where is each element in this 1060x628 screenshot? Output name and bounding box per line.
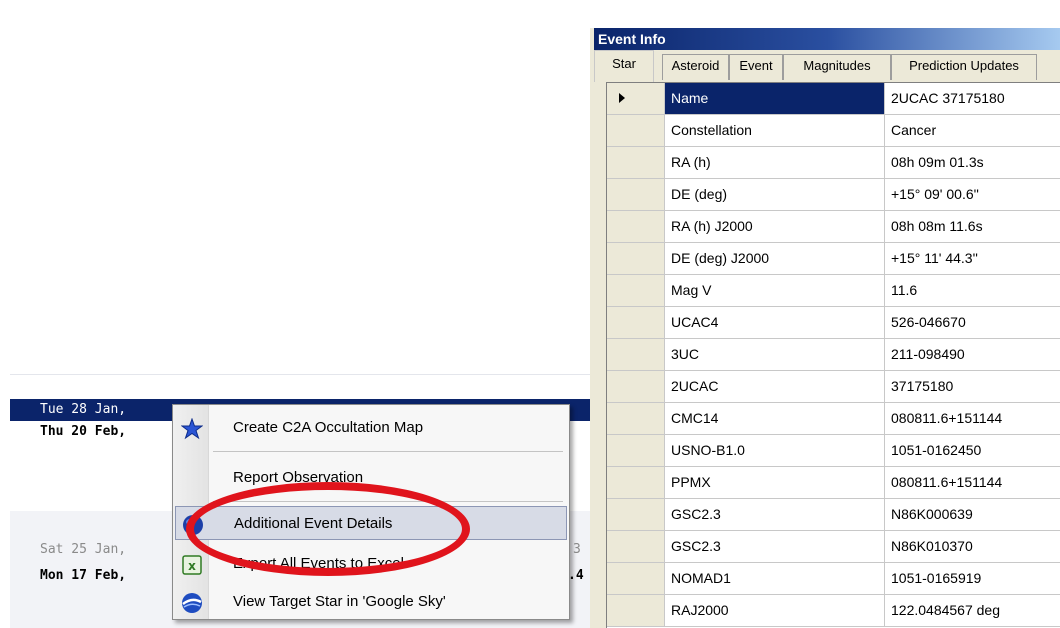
svg-text:x: x bbox=[188, 559, 196, 573]
row-header[interactable] bbox=[607, 467, 665, 498]
current-row-arrow-icon bbox=[619, 93, 625, 103]
menu-item-view-google-sky[interactable]: View Target Star in 'Google Sky' bbox=[175, 585, 567, 619]
row-header[interactable] bbox=[607, 595, 665, 626]
grid-row[interactable]: RAJ2000 122.0484567 deg bbox=[607, 595, 1060, 627]
property-value[interactable]: 37175180 bbox=[885, 371, 1060, 402]
event-row-fragment: 3 bbox=[573, 542, 581, 557]
property-name[interactable]: Name bbox=[665, 83, 885, 114]
row-header[interactable] bbox=[607, 531, 665, 562]
menu-item-create-c2a-map[interactable]: Create C2A Occultation Map bbox=[175, 411, 567, 445]
property-value[interactable]: 080811.6+151144 bbox=[885, 467, 1060, 498]
grid-row[interactable]: RA (h) J2000 08h 08m 11.6s bbox=[607, 211, 1060, 243]
property-value[interactable]: 08h 09m 01.3s bbox=[885, 147, 1060, 178]
row-header[interactable] bbox=[607, 275, 665, 306]
row-header[interactable] bbox=[607, 83, 665, 114]
row-header[interactable] bbox=[607, 371, 665, 402]
grid-row[interactable]: PPMX 080811.6+151144 bbox=[607, 467, 1060, 499]
grid-row[interactable]: GSC2.3 N86K010370 bbox=[607, 531, 1060, 563]
row-header[interactable] bbox=[607, 307, 665, 338]
annotation-ellipse bbox=[186, 482, 470, 576]
property-value[interactable]: 11.6 bbox=[885, 275, 1060, 306]
property-value[interactable]: N86K010370 bbox=[885, 531, 1060, 562]
property-name[interactable]: RA (h) bbox=[665, 147, 885, 178]
property-name[interactable]: Constellation bbox=[665, 115, 885, 146]
tab-star[interactable]: Star bbox=[594, 50, 654, 82]
grid-row[interactable]: DE (deg) J2000 +15° 11' 44.3'' bbox=[607, 243, 1060, 275]
property-name[interactable]: USNO-B1.0 bbox=[665, 435, 885, 466]
row-header[interactable] bbox=[607, 179, 665, 210]
property-value[interactable]: 122.0484567 deg bbox=[885, 595, 1060, 626]
property-name[interactable]: RAJ2000 bbox=[665, 595, 885, 626]
star-properties-grid: Name 2UCAC 37175180 Constellation Cancer… bbox=[606, 82, 1060, 628]
property-value[interactable]: +15° 09' 00.6'' bbox=[885, 179, 1060, 210]
property-name[interactable]: NOMAD1 bbox=[665, 563, 885, 594]
row-header[interactable] bbox=[607, 147, 665, 178]
window-top-gap bbox=[590, 0, 1060, 28]
property-value[interactable]: 526-046670 bbox=[885, 307, 1060, 338]
property-name[interactable]: GSC2.3 bbox=[665, 499, 885, 530]
c2a-star-icon bbox=[180, 417, 204, 440]
grid-row[interactable]: GSC2.3 N86K000639 bbox=[607, 499, 1060, 531]
grid-row[interactable]: Mag V 11.6 bbox=[607, 275, 1060, 307]
menu-separator bbox=[213, 451, 563, 452]
property-name[interactable]: RA (h) J2000 bbox=[665, 211, 885, 242]
property-value[interactable]: +15° 11' 44.3'' bbox=[885, 243, 1060, 274]
property-name[interactable]: UCAC4 bbox=[665, 307, 885, 338]
tab-event[interactable]: Event bbox=[729, 54, 783, 80]
property-name[interactable]: Mag V bbox=[665, 275, 885, 306]
grid-row[interactable]: USNO-B1.0 1051-0162450 bbox=[607, 435, 1060, 467]
row-header[interactable] bbox=[607, 243, 665, 274]
grid-row[interactable]: Constellation Cancer bbox=[607, 115, 1060, 147]
grid-row[interactable]: 3UC 211-098490 bbox=[607, 339, 1060, 371]
property-name[interactable]: DE (deg) J2000 bbox=[665, 243, 885, 274]
grid-row[interactable]: Name 2UCAC 37175180 bbox=[607, 83, 1060, 115]
row-header[interactable] bbox=[607, 115, 665, 146]
row-header[interactable] bbox=[607, 563, 665, 594]
tab-magnitudes[interactable]: Magnitudes bbox=[783, 54, 891, 80]
grid-row[interactable]: UCAC4 526-046670 bbox=[607, 307, 1060, 339]
grid-row[interactable]: RA (h) 08h 09m 01.3s bbox=[607, 147, 1060, 179]
grid-row[interactable]: NOMAD1 1051-0165919 bbox=[607, 563, 1060, 595]
event-info-tabs: Star Asteroid Event Magnitudes Predictio… bbox=[594, 50, 1060, 82]
property-value[interactable]: 080811.6+151144 bbox=[885, 403, 1060, 434]
property-name[interactable]: DE (deg) bbox=[665, 179, 885, 210]
property-name[interactable]: 3UC bbox=[665, 339, 885, 370]
property-value[interactable]: 1051-0162450 bbox=[885, 435, 1060, 466]
excel-icon: x bbox=[181, 554, 203, 576]
property-value[interactable]: 211-098490 bbox=[885, 339, 1060, 370]
property-value[interactable]: 1051-0165919 bbox=[885, 563, 1060, 594]
grid-row[interactable]: 2UCAC 37175180 bbox=[607, 371, 1060, 403]
row-header[interactable] bbox=[607, 435, 665, 466]
property-name[interactable]: 2UCAC bbox=[665, 371, 885, 402]
event-info-titlebar[interactable]: Event Info bbox=[594, 28, 1060, 50]
tab-asteroid[interactable]: Asteroid bbox=[662, 54, 729, 80]
property-value[interactable]: 2UCAC 37175180 bbox=[885, 83, 1060, 114]
property-name[interactable]: PPMX bbox=[665, 467, 885, 498]
row-header[interactable] bbox=[607, 339, 665, 370]
property-name[interactable]: CMC14 bbox=[665, 403, 885, 434]
property-value[interactable]: Cancer bbox=[885, 115, 1060, 146]
row-header[interactable] bbox=[607, 499, 665, 530]
google-sky-icon bbox=[181, 592, 203, 614]
property-value[interactable]: 08h 08m 11.6s bbox=[885, 211, 1060, 242]
event-info-window: Event Info Star Asteroid Event Magnitude… bbox=[590, 0, 1060, 628]
tab-prediction-updates[interactable]: Prediction Updates bbox=[891, 54, 1037, 80]
row-header[interactable] bbox=[607, 403, 665, 434]
grid-row[interactable]: DE (deg) +15° 09' 00.6'' bbox=[607, 179, 1060, 211]
event-row-fragment: .4 bbox=[568, 568, 584, 583]
row-header[interactable] bbox=[607, 211, 665, 242]
property-value[interactable]: N86K000639 bbox=[885, 499, 1060, 530]
property-name[interactable]: GSC2.3 bbox=[665, 531, 885, 562]
grid-row[interactable]: CMC14 080811.6+151144 bbox=[607, 403, 1060, 435]
